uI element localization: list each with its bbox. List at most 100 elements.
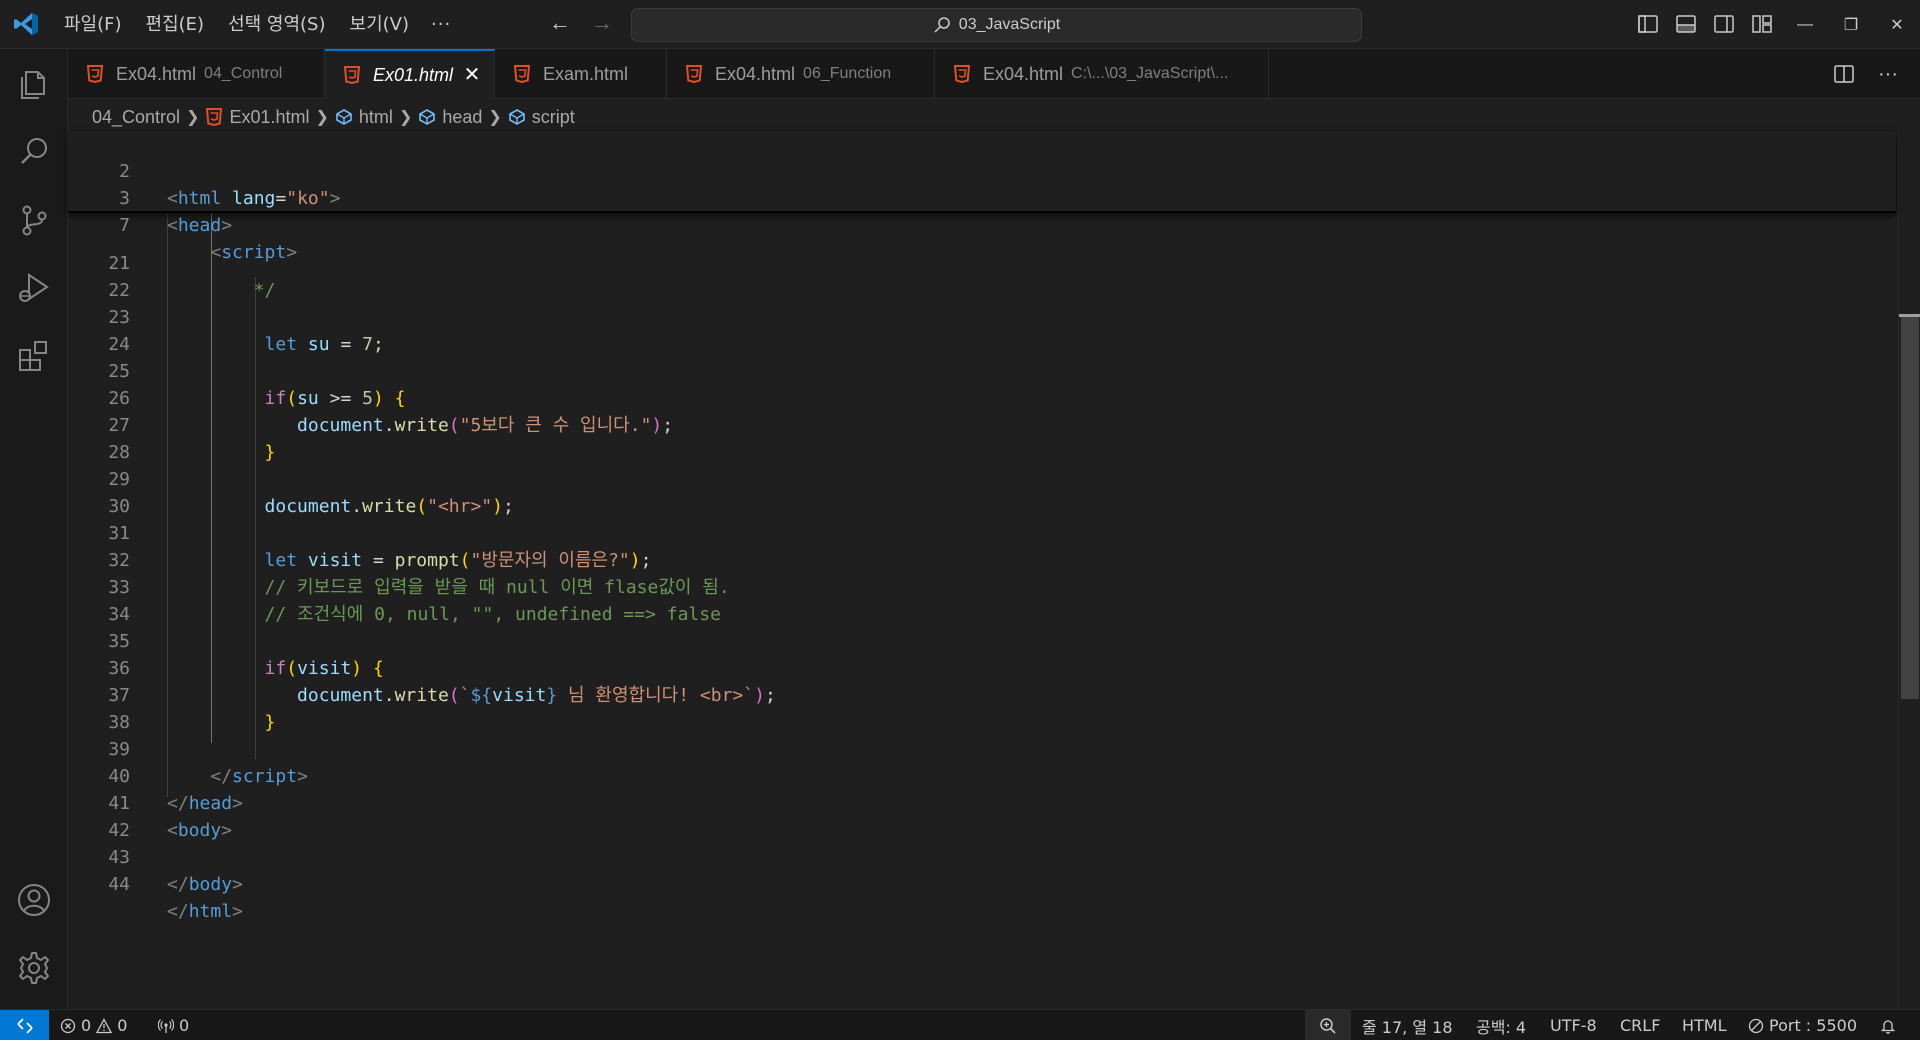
html-file-icon [513, 65, 531, 83]
toggle-secondary-sidebar-icon[interactable] [1712, 12, 1736, 36]
tab-description: 04_Control [204, 65, 283, 82]
zoom-button[interactable] [1305, 1010, 1351, 1040]
menu-view[interactable]: 보기(V) [338, 9, 421, 41]
code-text: </html> [167, 901, 243, 922]
error-icon [60, 1018, 76, 1033]
navigation-arrows: ← → [548, 12, 614, 36]
code-line[interactable]: 42 [68, 790, 130, 841]
command-center-label: 03_JavaScript [958, 16, 1061, 33]
restore-button[interactable]: ❐ [1828, 0, 1874, 49]
sticky-line[interactable]: 3 <head> [68, 158, 232, 236]
problems-indicator[interactable]: 0 0 [60, 1010, 127, 1040]
split-editor-icon[interactable] [1832, 62, 1856, 86]
cursor-position[interactable]: 줄 17, 열 18 [1362, 1010, 1453, 1040]
code-line[interactable]: 37 } [68, 655, 275, 733]
breadcrumb-symbol-script[interactable]: script [532, 107, 575, 128]
code-line[interactable]: 38 [68, 682, 130, 733]
sticky-line[interactable]: 7 <script> [68, 185, 297, 263]
remote-indicator[interactable] [0, 1010, 49, 1040]
notifications-button[interactable] [1880, 1010, 1896, 1040]
code-line[interactable]: 25 if(su >= 5) { [68, 331, 405, 409]
ports-count: 0 [179, 1016, 190, 1035]
code-text: </script> [210, 766, 308, 787]
code-line[interactable]: 31 let visit = prompt("방문자의 이름은?"); [68, 493, 651, 571]
code-line[interactable]: 41 <body> [68, 763, 232, 841]
breadcrumb: 04_Control ❯ Ex01.html ❯ html ❯ head ❯ s… [92, 103, 575, 131]
menu-file[interactable]: 파일(F) [52, 9, 134, 41]
sticky-scroll[interactable]: 2 <html lang="ko"> 3 <head> 7 <script> [68, 131, 1896, 263]
indentation-setting[interactable]: 공백: 4 [1476, 1010, 1526, 1040]
minimize-button[interactable]: — [1782, 0, 1828, 49]
toggle-primary-sidebar-icon[interactable] [1636, 12, 1660, 36]
tab-label: Ex04.html [715, 63, 796, 84]
forward-arrow-icon[interactable]: → [590, 12, 614, 36]
tab-ex01[interactable]: Ex01.html ✕ [325, 49, 495, 99]
menu-selection[interactable]: 선택 영역(S) [216, 9, 337, 41]
code-text: if(visit) { [264, 658, 384, 679]
code-line[interactable]: 34 [68, 574, 130, 625]
code-line[interactable]: 39 </script> [68, 709, 308, 787]
code-line[interactable]: 43 </body> [68, 817, 243, 895]
source-control-button[interactable] [14, 200, 54, 240]
code-line[interactable]: 24 [68, 304, 130, 355]
code-text: let su = 7; [264, 334, 384, 355]
ports-indicator[interactable]: 0 [158, 1010, 189, 1040]
menu-edit[interactable]: 편집(E) [134, 9, 217, 41]
code-text: */ [167, 280, 276, 301]
close-window-button[interactable]: ✕ [1874, 0, 1920, 49]
more-actions-icon[interactable]: ··· [1876, 62, 1900, 86]
explorer-button[interactable] [14, 64, 54, 104]
code-text: } [264, 712, 276, 733]
tab-ex04-control[interactable]: Ex04.html 04_Control [68, 49, 325, 99]
eol-setting[interactable]: CRLF [1620, 1010, 1660, 1040]
chevron-right-icon: ❯ [488, 109, 502, 126]
code-text: <head> [167, 215, 233, 236]
command-center[interactable]: 03_JavaScript [631, 8, 1362, 42]
code-line[interactable]: 35 if(visit) { [68, 601, 383, 679]
language-mode[interactable]: HTML [1682, 1010, 1727, 1040]
back-arrow-icon[interactable]: ← [548, 12, 572, 36]
code-line[interactable]: 27 } [68, 385, 275, 463]
menu-more[interactable]: ··· [421, 9, 461, 41]
close-icon[interactable]: ✕ [462, 65, 482, 85]
search-button[interactable] [14, 132, 54, 172]
gear-icon [19, 952, 49, 984]
breadcrumb-symbol-html[interactable]: html [359, 107, 393, 128]
breadcrumb-folder[interactable]: 04_Control [92, 107, 180, 128]
tab-ex04-function[interactable]: Ex04.html 06_Function [667, 49, 935, 99]
tab-ex04-javascript[interactable]: Ex04.html C:\...\03_JavaScript\... [935, 49, 1269, 99]
code-line[interactable]: 44 </html> [68, 844, 243, 922]
code-line[interactable]: 28 [68, 412, 130, 463]
port-label: Port : 5500 [1769, 1016, 1857, 1035]
port-icon [1748, 1018, 1764, 1033]
error-count: 0 [81, 1016, 92, 1035]
live-server-port[interactable]: Port : 5500 [1748, 1010, 1857, 1040]
sticky-line[interactable]: 2 <html lang="ko"> [68, 131, 340, 209]
tab-exam[interactable]: Exam.html [495, 49, 667, 99]
code-text: document.write(`${visit} 님 환영합니다! <br>`)… [297, 685, 776, 706]
encoding-setting[interactable]: UTF-8 [1550, 1010, 1597, 1040]
code-line[interactable]: 32 // 키보드로 입력을 받을 때 null 이면 flase값이 됨. [68, 520, 729, 598]
code-line[interactable]: 36 document.write(`${visit} 님 환영합니다! <br… [68, 628, 775, 706]
code-line[interactable]: 26 document.write("5보다 큰 수 입니다."); [68, 358, 673, 436]
warning-icon [96, 1017, 113, 1033]
code-text: let visit = prompt("방문자의 이름은?"); [264, 550, 652, 571]
toggle-panel-icon[interactable] [1674, 12, 1698, 36]
customize-layout-icon[interactable] [1750, 12, 1774, 36]
accounts-button[interactable] [14, 880, 54, 920]
code-line[interactable]: 33 // 조건식에 0, null, "", undefined ==> fa… [68, 547, 721, 625]
code-line[interactable]: 30 [68, 466, 130, 517]
breadcrumb-file[interactable]: Ex01.html [229, 107, 309, 128]
html-file-icon [343, 66, 361, 84]
code-line[interactable]: 29 document.write("<hr>"); [68, 439, 514, 517]
vertical-scrollbar[interactable] [1898, 131, 1920, 1009]
scrollbar-thumb[interactable] [1901, 317, 1919, 699]
code-line[interactable]: 40 </head> [68, 736, 243, 814]
extensions-button[interactable] [14, 336, 54, 376]
symbol-icon [508, 109, 525, 125]
manage-button[interactable] [14, 948, 54, 988]
code-editor[interactable]: 2 <html lang="ko"> 3 <head> 7 <script> 2… [68, 131, 1898, 1009]
breadcrumb-symbol-head[interactable]: head [442, 107, 482, 128]
run-debug-button[interactable] [14, 268, 54, 308]
html-file-icon [685, 65, 703, 83]
